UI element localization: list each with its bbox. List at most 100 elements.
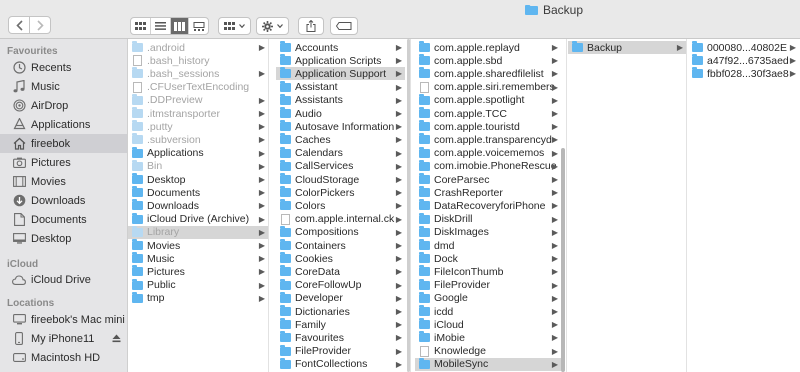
scrollbar[interactable] [561,148,565,372]
column-backup[interactable]: fbbf028...30f3ae8 ▶ a47f92...6735aed ▶ 00008… [688,39,800,372]
action-menu-button[interactable] [256,17,289,35]
share-button[interactable] [298,17,324,35]
sidebar-item-desktop[interactable]: Desktop [0,229,127,248]
folder-row[interactable]: iMobie ▶ [415,331,561,344]
folder-row[interactable]: iCloud Drive (Archive) ▶ [128,212,268,226]
column-library[interactable]: FontCollections ▶ FileProvider ▶ Favourites ▶… [276,39,411,372]
folder-row[interactable]: com.apple.voicememos ▶ [415,146,561,160]
folder-row[interactable]: Desktop ▶ [128,173,268,186]
folder-row[interactable]: CoreData ▶ [276,265,405,278]
icon-view-button[interactable] [131,18,151,34]
folder-row[interactable]: dmd ▶ [415,239,561,252]
folder-row[interactable]: .subversion ▶ [128,133,268,146]
folder-row[interactable]: a47f92...6735aed ▶ [688,54,799,67]
folder-row[interactable]: Bin ▶ [128,159,268,173]
folder-row[interactable]: DataRecoveryforiPhone ▶ [415,199,561,212]
sidebar-item-applications[interactable]: Applications [0,115,127,134]
folder-row[interactable]: Cookies ▶ [276,252,405,265]
file-row[interactable]: Knowledge ▶ [415,345,561,358]
sidebar-item-music[interactable]: Music [0,77,127,96]
folder-row[interactable]: CallServices ▶ [276,159,405,173]
folder-row[interactable]: FileProvider ▶ [415,278,561,292]
sidebar-item-macintosh-hd[interactable]: Macintosh HD [0,348,127,367]
list-view-button[interactable] [151,18,171,34]
folder-row[interactable]: Compositions ▶ [276,225,405,239]
folder-row[interactable]: com.apple.replayd ▶ [415,41,561,54]
folder-row[interactable]: DiskImages ▶ [415,225,561,239]
folder-row[interactable]: Application Scripts ▶ [276,54,405,67]
folder-row[interactable]: Public ▶ [128,278,268,292]
folder-row[interactable]: Applications ▶ [128,146,268,160]
folder-row[interactable]: Assistant ▶ [276,80,405,94]
folder-row[interactable]: FileIconThumb ▶ [415,265,561,278]
folder-row[interactable]: iCloud ▶ [415,318,561,331]
sidebar-item-iphone[interactable]: My iPhone11 [0,329,127,348]
folder-row[interactable]: Library ▶ [128,225,268,239]
folder-row[interactable]: Backup ▶ [568,41,686,54]
group-by-button[interactable] [218,17,251,35]
back-button[interactable] [8,16,30,34]
gallery-view-button[interactable] [189,18,208,34]
folder-row[interactable]: Audio ▶ [276,107,405,120]
folder-row[interactable]: CoreFollowUp ▶ [276,278,405,292]
column-home[interactable]: tmp ▶ Public ▶ Pictures ▶ Music ▶ Movies ▶ Library… [128,39,269,372]
folder-row[interactable]: Colors ▶ [276,199,405,212]
file-row[interactable]: com.apple.internal.ck ▶ [276,213,405,226]
folder-row[interactable]: com.apple.touristd ▶ [415,120,561,133]
folder-row[interactable]: Pictures ▶ [128,265,268,278]
sidebar-item-mac-mini[interactable]: fireebok's Mac mini [0,310,127,329]
folder-row[interactable]: Movies ▶ [128,239,268,252]
column-application-support[interactable]: MobileSync ▶ Knowledge ▶ iMobie ▶ iCloud ▶ icdd ▶… [415,39,567,372]
folder-row[interactable]: com.apple.sharedfilelist ▶ [415,67,561,80]
sidebar-item-pictures[interactable]: Pictures [0,153,127,172]
folder-row[interactable]: Containers ▶ [276,239,405,252]
folder-row[interactable]: Dictionaries ▶ [276,305,405,318]
file-row[interactable]: .CFUserTextEncoding [128,81,268,94]
folder-row[interactable]: Autosave Information ▶ [276,120,405,133]
column-mobilesync[interactable]: Backup ▶ [568,39,687,372]
folder-row[interactable]: com.imobie.PhoneRescue ▶ [415,159,561,173]
folder-row[interactable]: Family ▶ [276,318,405,331]
folder-row[interactable]: com.apple.sbd ▶ [415,54,561,67]
file-row[interactable]: com.apple.siri.remembers ▶ [415,81,561,94]
forward-button[interactable] [29,16,51,34]
folder-row[interactable]: Downloads ▶ [128,199,268,212]
folder-row[interactable]: Application Support ▶ [276,67,405,81]
folder-row[interactable]: Music ▶ [128,252,268,265]
folder-row[interactable]: Documents ▶ [128,186,268,199]
folder-row[interactable]: Calendars ▶ [276,146,405,160]
folder-row[interactable]: icdd ▶ [415,305,561,318]
eject-icon[interactable] [112,334,121,346]
folder-row[interactable]: Caches ▶ [276,133,405,146]
folder-row[interactable]: 000080...40802E ▶ [688,41,799,54]
folder-row[interactable]: DiskDrill ▶ [415,212,561,226]
folder-row[interactable]: ColorPickers ▶ [276,186,405,199]
folder-row[interactable]: Accounts ▶ [276,41,405,54]
folder-row[interactable]: .putty ▶ [128,120,268,133]
folder-row[interactable]: .bash_sessions ▶ [128,67,268,80]
file-row[interactable]: .bash_history [128,54,268,67]
folder-row[interactable]: Dock ▶ [415,252,561,265]
sidebar-item-airdrop[interactable]: AirDrop [0,96,127,115]
folder-row[interactable]: com.apple.spotlight ▶ [415,93,561,107]
folder-row[interactable]: CrashReporter ▶ [415,186,561,199]
folder-row[interactable]: fbbf028...30f3ae8 ▶ [688,67,799,80]
folder-row[interactable]: com.apple.TCC ▶ [415,107,561,120]
sidebar-item-icloud-drive[interactable]: iCloud Drive [0,270,127,289]
folder-row[interactable]: Favourites ▶ [276,331,405,344]
folder-row[interactable]: .itmstransporter ▶ [128,107,268,120]
sidebar-item-fireebok[interactable]: fireebok [0,134,127,153]
folder-row[interactable]: Google ▶ [415,291,561,305]
column-view-button[interactable] [170,18,190,34]
folder-row[interactable]: .android ▶ [128,41,268,54]
tags-button[interactable] [330,17,358,35]
folder-row[interactable]: tmp ▶ [128,291,268,305]
folder-row[interactable]: Developer ▶ [276,291,405,305]
folder-row[interactable]: CloudStorage ▶ [276,173,405,186]
folder-row[interactable]: .DDPreview ▶ [128,93,268,107]
folder-row[interactable]: FileProvider ▶ [276,344,405,358]
sidebar-item-downloads[interactable]: Downloads [0,191,127,210]
folder-row[interactable]: CoreParsec ▶ [415,173,561,186]
folder-row[interactable]: MobileSync ▶ [415,357,561,371]
folder-row[interactable]: FontCollections ▶ [276,357,405,371]
